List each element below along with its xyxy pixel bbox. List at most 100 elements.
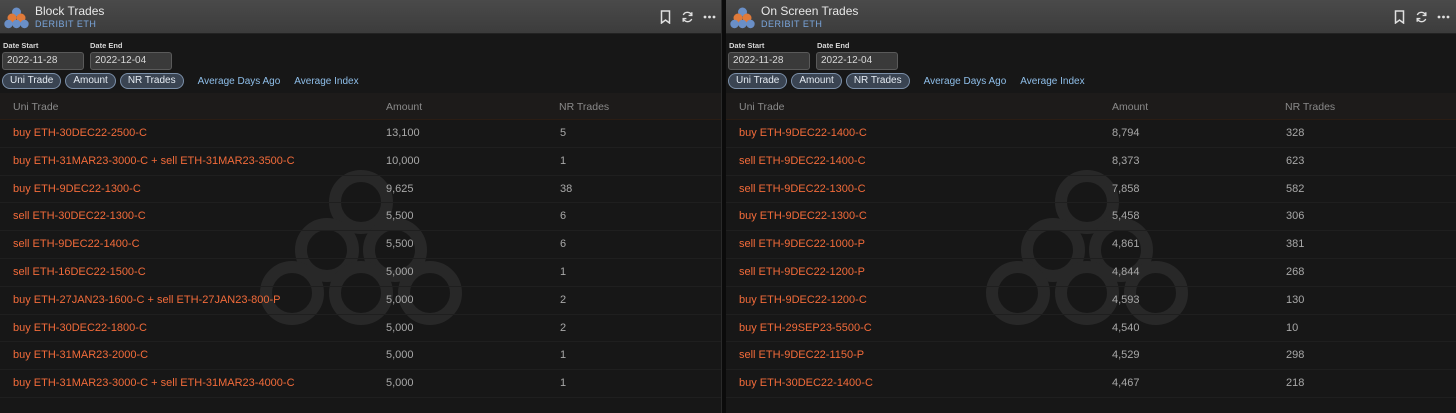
table-row[interactable]: buy ETH-31MAR23-3000-C + sell ETH-31MAR2… [0,370,722,398]
amount-cell: 4,529 [1112,349,1140,362]
trade-cell: buy ETH-29SEP23-5500-C [739,321,872,334]
trade-cell: buy ETH-9DEC22-1300-C [13,182,141,195]
trade-cell: sell ETH-9DEC22-1200-P [739,265,865,278]
table-body: buy ETH-9DEC22-1400-C 8,794 328 sell ETH-9… [726,120,1456,398]
date-end-label: Date End [90,41,123,50]
amount-cell: 4,861 [1112,238,1140,251]
table-row[interactable]: buy ETH-31MAR23-2000-C 5,000 1 [0,342,722,371]
table-row[interactable]: buy ETH-30DEC22-2500-C 13,100 5 [0,120,722,148]
trade-cell: sell ETH-9DEC22-1400-C [739,154,866,167]
column-header-nr-trades[interactable]: NR Trades [1285,101,1335,113]
amount-cell: 5,458 [1112,210,1140,223]
amount-cell: 5,000 [386,321,414,334]
table-row[interactable]: sell ETH-9DEC22-1300-C 7,858 582 [726,176,1456,204]
nr-trades-cell: 623 [1286,154,1305,167]
more-icon[interactable] [1437,10,1450,24]
trade-cell: buy ETH-30DEC22-2500-C [13,127,147,139]
table-row[interactable]: buy ETH-9DEC22-1300-C 5,458 306 [726,203,1456,232]
trade-cell: buy ETH-30DEC22-1800-C [13,321,147,334]
nr-trades-cell: 10 [1286,321,1299,334]
amount-cell: 4,467 [1112,377,1140,390]
toggle-average-index[interactable]: Average Index [1020,76,1084,87]
table-row[interactable]: buy ETH-31MAR23-3000-C + sell ETH-31MAR2… [0,148,722,176]
nr-trades-cell: 218 [1286,377,1305,390]
column-header-uni-trade[interactable]: Uni Trade [13,101,59,113]
trade-cell: sell ETH-9DEC22-1000-P [739,238,865,251]
trade-cell: buy ETH-31MAR23-3000-C + sell ETH-31MAR2… [13,154,295,167]
toggle-amount[interactable]: Amount [791,73,842,89]
nr-trades-cell: 298 [1286,349,1305,362]
table-header: Uni Trade Amount NR Trades [726,93,1456,120]
table-row[interactable]: buy ETH-9DEC22-1400-C 8,794 328 [726,120,1456,148]
table-row[interactable]: sell ETH-16DEC22-1500-C 5,000 1 [0,259,722,287]
trade-cell: buy ETH-9DEC22-1200-C [739,293,867,306]
amount-cell: 13,100 [386,127,420,139]
toggle-average-index[interactable]: Average Index [294,76,358,87]
panel-header: On Screen Trades DERIBIT ETH [726,0,1456,34]
column-header-amount[interactable]: Amount [1112,101,1148,113]
trade-cell: buy ETH-31MAR23-2000-C [13,349,149,362]
more-icon[interactable] [703,10,716,24]
nr-trades-cell: 268 [1286,265,1305,278]
app-logo-icon [4,7,29,29]
column-header-nr-trades[interactable]: NR Trades [559,101,609,113]
nr-trades-cell: 130 [1286,293,1305,306]
table-row[interactable]: sell ETH-9DEC22-1400-C 8,373 623 [726,148,1456,176]
date-start-label: Date Start [729,41,765,50]
table-row[interactable]: buy ETH-9DEC22-1200-C 4,593 130 [726,287,1456,315]
toggle-uni-trade[interactable]: Uni Trade [2,73,62,89]
date-start-input[interactable]: 2022-11-28 [2,52,84,70]
amount-cell: 5,500 [386,238,414,251]
table-row[interactable]: buy ETH-27JAN23-1600-C + sell ETH-27JAN2… [0,287,722,315]
toggle-nr-trades[interactable]: NR Trades [845,73,910,89]
panel-title: On Screen Trades [761,4,859,18]
column-toggle-bar: Uni Trade Amount NR Trades Average Days … [2,72,359,90]
nr-trades-cell: 582 [1286,182,1305,195]
toggle-average-days-ago[interactable]: Average Days Ago [924,76,1007,87]
table-row[interactable]: sell ETH-9DEC22-1400-C 5,500 6 [0,231,722,259]
table-row[interactable]: buy ETH-9DEC22-1300-C 9,625 38 [0,176,722,204]
nr-trades-cell: 1 [560,154,567,167]
date-end-input[interactable]: 2022-12-04 [90,52,172,70]
table-row[interactable]: sell ETH-9DEC22-1200-P 4,844 268 [726,259,1456,287]
panel-header: Block Trades DERIBIT ETH [0,0,722,34]
nr-trades-cell: 6 [560,210,567,223]
toggle-amount[interactable]: Amount [65,73,116,89]
date-start-input[interactable]: 2022-11-28 [728,52,810,70]
bookmark-icon[interactable] [1393,10,1406,25]
table-row[interactable]: sell ETH-30DEC22-1300-C 5,500 6 [0,203,722,232]
table-header: Uni Trade Amount NR Trades [0,93,722,120]
nr-trades-cell: 1 [560,265,567,278]
toggle-average-days-ago[interactable]: Average Days Ago [198,76,281,87]
trade-cell: buy ETH-31MAR23-3000-C + sell ETH-31MAR2… [13,377,295,390]
nr-trades-cell: 1 [560,349,567,362]
amount-cell: 5,500 [386,210,414,223]
amount-cell: 8,794 [1112,127,1140,139]
trade-cell: sell ETH-30DEC22-1300-C [13,210,146,223]
table-row[interactable]: sell ETH-9DEC22-1000-P 4,861 381 [726,231,1456,259]
panel-subtitle: DERIBIT ETH [35,19,97,29]
trade-cell: buy ETH-9DEC22-1300-C [739,210,867,223]
nr-trades-cell: 1 [560,377,567,390]
column-header-uni-trade[interactable]: Uni Trade [739,101,785,113]
table-row[interactable]: buy ETH-30DEC22-1800-C 5,000 2 [0,315,722,343]
toggle-uni-trade[interactable]: Uni Trade [728,73,788,89]
trade-cell: buy ETH-9DEC22-1400-C [739,127,867,139]
amount-cell: 9,625 [386,182,414,195]
column-toggle-bar: Uni Trade Amount NR Trades Average Days … [728,72,1085,90]
toggle-nr-trades[interactable]: NR Trades [119,73,184,89]
column-header-amount[interactable]: Amount [386,101,422,113]
refresh-icon[interactable] [681,10,694,24]
date-end-label: Date End [817,41,850,50]
table-row[interactable]: buy ETH-30DEC22-1400-C 4,467 218 [726,370,1456,398]
app-logo-icon [730,7,755,29]
bookmark-icon[interactable] [659,10,672,25]
refresh-icon[interactable] [1415,10,1428,24]
trade-cell: sell ETH-9DEC22-1150-P [739,349,865,362]
table-row[interactable]: sell ETH-9DEC22-1150-P 4,529 298 [726,342,1456,371]
table-row[interactable]: buy ETH-29SEP23-5500-C 4,540 10 [726,315,1456,343]
date-end-input[interactable]: 2022-12-04 [816,52,898,70]
amount-cell: 4,593 [1112,293,1140,306]
table-body: buy ETH-30DEC22-2500-C 13,100 5 buy ETH-31… [0,120,722,398]
nr-trades-cell: 306 [1286,210,1305,223]
